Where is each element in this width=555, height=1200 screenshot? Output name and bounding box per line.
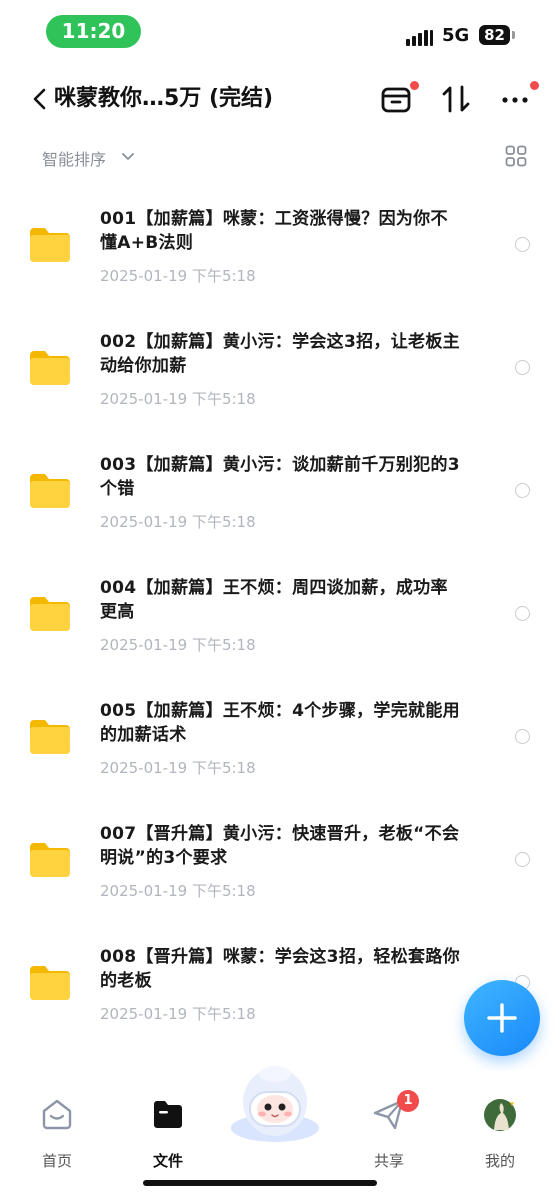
list-item[interactable]: 004【加薪篇】王不烦：周四谈加薪，成功率更高 2025-01-19 下午5:1… — [0, 554, 555, 677]
folder-tab-icon — [154, 1101, 182, 1128]
more-badge-dot — [530, 81, 539, 90]
ai-assistant-mascot-icon[interactable] — [228, 1062, 322, 1144]
folder-icon — [30, 474, 70, 508]
avatar — [484, 1099, 516, 1131]
file-date: 2025-01-19 下午5:18 — [100, 267, 256, 285]
file-date: 2025-01-19 下午5:18 — [100, 636, 256, 654]
chevron-down-icon[interactable] — [121, 150, 135, 164]
file-date: 2025-01-19 下午5:18 — [100, 882, 256, 900]
list-item[interactable]: 003【加薪篇】黄小污：谈加薪前千万别犯的3个错 2025-01-19 下午5:… — [0, 431, 555, 554]
add-button[interactable] — [464, 980, 540, 1056]
header: 咪蒙教你…5万 (完结) — [0, 70, 555, 130]
folder-icon — [30, 228, 70, 262]
status-time: 11:20 — [46, 15, 141, 48]
list-item[interactable]: 007【晋升篇】黄小污：快速晋升，老板“不会明说”的3个要求 2025-01-1… — [0, 800, 555, 923]
signal-icon — [406, 28, 434, 46]
nav-share-label: 共享 — [373, 1152, 404, 1170]
select-radio[interactable] — [515, 237, 530, 252]
share-badge: 1 — [397, 1090, 419, 1112]
nav-files-label: 文件 — [152, 1152, 183, 1170]
home-icon — [42, 1099, 72, 1130]
folder-icon — [30, 843, 70, 877]
file-date: 2025-01-19 下午5:18 — [100, 513, 256, 531]
sort-toggle-icon[interactable] — [439, 82, 473, 116]
network-label: 5G — [442, 25, 470, 46]
archive-badge-dot — [410, 81, 419, 90]
list-item[interactable]: 001【加薪篇】咪蒙：工资涨得慢？因为你不懂A+B法则 2025-01-19 下… — [0, 185, 555, 308]
select-radio[interactable] — [515, 606, 530, 621]
select-radio[interactable] — [515, 483, 530, 498]
sort-bar: 智能排序 — [0, 140, 555, 176]
status-bar: 11:20 5G 82 — [0, 0, 555, 64]
battery-icon: 82 — [479, 25, 510, 45]
nav-share[interactable]: 1 共享 — [349, 1090, 429, 1170]
file-name: 004【加薪篇】王不烦：周四谈加薪，成功率更高 — [100, 578, 448, 622]
select-radio[interactable] — [515, 852, 530, 867]
folder-icon — [30, 351, 70, 385]
file-date: 2025-01-19 下午5:18 — [100, 759, 256, 777]
file-name: 001【加薪篇】咪蒙：工资涨得慢？因为你不懂A+B法则 — [100, 209, 448, 253]
sort-dropdown[interactable]: 智能排序 — [42, 146, 106, 170]
nav-home[interactable]: 首页 — [17, 1090, 97, 1170]
file-name: 003【加薪篇】黄小污：谈加薪前千万别犯的3个错 — [100, 455, 460, 499]
file-name: 005【加薪篇】王不烦：4个步骤，学完就能用的加薪话术 — [100, 701, 460, 745]
more-icon[interactable] — [498, 82, 532, 116]
list-item[interactable]: 002【加薪篇】黄小污：学会这3招，让老板主动给你加薪 2025-01-19 下… — [0, 308, 555, 431]
file-name: 008【晋升篇】咪蒙：学会这3招，轻松套路你的老板 — [100, 947, 460, 991]
nav-me[interactable]: 我的 — [460, 1090, 540, 1170]
file-name: 002【加薪篇】黄小污：学会这3招，让老板主动给你加薪 — [100, 332, 460, 376]
back-icon[interactable] — [30, 84, 50, 114]
list-item[interactable]: 005【加薪篇】王不烦：4个步骤，学完就能用的加薪话术 2025-01-19 下… — [0, 677, 555, 800]
folder-icon — [30, 720, 70, 754]
folder-icon — [30, 597, 70, 631]
select-radio[interactable] — [515, 360, 530, 375]
nav-home-label: 首页 — [41, 1152, 72, 1170]
select-radio[interactable] — [515, 729, 530, 744]
file-name: 007【晋升篇】黄小污：快速晋升，老板“不会明说”的3个要求 — [100, 824, 460, 868]
nav-me-label: 我的 — [484, 1152, 515, 1170]
page-title: 咪蒙教你…5万 (完结) — [54, 86, 274, 111]
archive-icon[interactable] — [379, 82, 413, 116]
battery-tip — [512, 31, 515, 39]
plus-icon — [487, 1003, 517, 1033]
folder-icon — [30, 966, 70, 1000]
file-date: 2025-01-19 下午5:18 — [100, 1005, 256, 1023]
home-indicator — [143, 1180, 377, 1186]
file-date: 2025-01-19 下午5:18 — [100, 390, 256, 408]
grid-view-icon[interactable] — [505, 145, 527, 167]
nav-files[interactable]: 文件 — [128, 1090, 208, 1170]
